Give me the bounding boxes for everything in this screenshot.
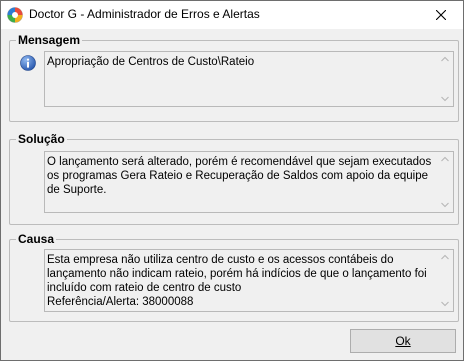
mensagem-scrollbar[interactable] (436, 52, 453, 106)
scroll-up-icon[interactable] (441, 56, 449, 62)
causa-group: Causa Esta empresa não utiliza centro de… (9, 232, 459, 322)
scroll-down-icon[interactable] (441, 96, 449, 102)
causa-scrollbar[interactable] (436, 250, 453, 311)
doctor-g-app-icon (7, 7, 23, 23)
title-bar[interactable]: Doctor G - Administrador de Erros e Aler… (1, 1, 463, 29)
scroll-up-icon[interactable] (441, 156, 449, 162)
solucao-text[interactable]: O lançamento será alterado, porém é reco… (44, 151, 454, 213)
solucao-label: Solução (16, 132, 67, 146)
mensagem-label: Mensagem (16, 33, 83, 47)
mensagem-group: Mensagem Apropriação de Centros de Custo… (9, 33, 459, 122)
ok-button-label: Ok (395, 334, 411, 348)
window-title: Doctor G - Administrador de Erros e Aler… (29, 7, 260, 21)
causa-label: Causa (16, 232, 57, 246)
scroll-up-icon[interactable] (441, 254, 449, 260)
close-button[interactable] (419, 1, 463, 29)
dialog-window: Doctor G - Administrador de Erros e Aler… (0, 0, 464, 361)
ok-button[interactable]: Ok (350, 329, 456, 353)
scroll-down-icon[interactable] (441, 301, 449, 307)
info-icon (20, 55, 36, 71)
causa-text[interactable]: Esta empresa não utiliza centro de custo… (44, 249, 454, 312)
solucao-group: Solução O lançamento será alterado, poré… (9, 132, 459, 225)
scroll-down-icon[interactable] (441, 202, 449, 208)
close-icon (436, 10, 446, 20)
solucao-scrollbar[interactable] (436, 152, 453, 212)
mensagem-text[interactable]: Apropriação de Centros de Custo\Rateio (44, 51, 454, 107)
